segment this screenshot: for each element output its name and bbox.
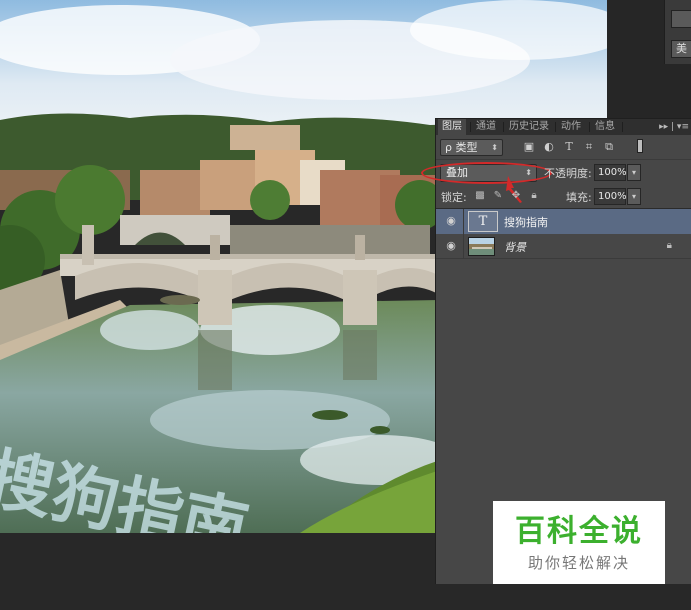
fill-dropdown-icon[interactable]: ▾ bbox=[627, 188, 641, 205]
fill-input[interactable]: 100% bbox=[594, 188, 627, 205]
layer-row-background[interactable]: ◉ 背景 🔒︎ bbox=[436, 234, 691, 259]
adjustment-filter-icon[interactable]: ◐ bbox=[542, 140, 556, 154]
fill-label: 填充: bbox=[566, 191, 592, 204]
tab-divider bbox=[589, 122, 590, 132]
layer-name[interactable]: 背景 bbox=[504, 239, 526, 255]
logo-subtitle: 助你轻松解决 bbox=[527, 554, 630, 572]
panel-menu-icon[interactable]: ▸▸ | ▾≡ bbox=[659, 119, 689, 135]
opacity-label: 不透明度: bbox=[544, 167, 592, 180]
image-filter-icon[interactable]: ▣ bbox=[522, 140, 536, 154]
lock-all-icon[interactable]: 🔒︎ bbox=[528, 190, 540, 202]
type-filter-icon[interactable]: T bbox=[562, 140, 576, 154]
lock-position-icon[interactable]: ✥ bbox=[510, 190, 522, 202]
shape-filter-icon[interactable]: ⌗ bbox=[582, 140, 596, 154]
tab-layers[interactable]: 图层 bbox=[438, 119, 466, 135]
layer-row-text[interactable]: ◉ T 搜狗指南 bbox=[436, 209, 691, 234]
lock-transparent-pixels-icon[interactable]: ▩ bbox=[474, 190, 486, 202]
lock-icon: 🔒︎ bbox=[666, 240, 672, 251]
lock-image-pixels-icon[interactable]: ✎ bbox=[492, 190, 504, 202]
text-layer-thumbnail: T bbox=[468, 211, 498, 232]
visibility-column: ◉ bbox=[436, 234, 464, 259]
eye-icon[interactable]: ◉ bbox=[444, 240, 458, 252]
logo-title: 百科全说 bbox=[515, 514, 643, 549]
filter-toggle-switch[interactable] bbox=[637, 139, 643, 153]
layer-filter-row: ρ 类型 ⬍ ▣ ◐ T ⌗ ⧉ bbox=[436, 135, 691, 160]
photoshop-workspace: 搜狗指南 美 图层 通道 历史记录 动作 信息 ▸▸ | ▾≡ ρ 类型 ⬍ ▣… bbox=[0, 0, 691, 610]
search-icon: ρ bbox=[445, 141, 452, 154]
filter-kind-select[interactable]: ρ 类型 ⬍ bbox=[440, 139, 503, 156]
visibility-column: ◉ bbox=[436, 209, 464, 234]
layer-name[interactable]: 搜狗指南 bbox=[504, 214, 548, 230]
lock-label: 锁定: bbox=[441, 191, 467, 204]
background-layer-thumbnail bbox=[468, 237, 495, 256]
options-panel-fragment: 美 bbox=[664, 0, 691, 64]
tab-divider bbox=[470, 122, 471, 132]
tab-divider bbox=[622, 122, 623, 132]
tab-divider bbox=[555, 122, 556, 132]
opacity-input[interactable]: 100% bbox=[594, 164, 627, 181]
opacity-dropdown-icon[interactable]: ▾ bbox=[627, 164, 641, 181]
annotation-highlight-ellipse bbox=[421, 162, 552, 184]
smart-object-filter-icon[interactable]: ⧉ bbox=[602, 140, 616, 154]
tab-divider bbox=[503, 122, 504, 132]
panel-tab-bar: 图层 通道 历史记录 动作 信息 ▸▸ | ▾≡ bbox=[436, 119, 691, 135]
tab-info[interactable]: 信息 bbox=[591, 119, 619, 135]
tab-history[interactable]: 历史记录 bbox=[505, 119, 553, 135]
options-button[interactable]: 美 bbox=[671, 40, 691, 58]
options-field[interactable] bbox=[671, 10, 691, 28]
blend-row: 叠加 ⬍ 不透明度: 100% ▾ bbox=[421, 160, 691, 203]
tab-actions[interactable]: 动作 bbox=[557, 119, 585, 135]
eye-icon[interactable]: ◉ bbox=[444, 215, 458, 227]
chevron-updown-icon: ⬍ bbox=[491, 143, 498, 152]
filter-kind-label: 类型 bbox=[455, 141, 478, 154]
tab-channels[interactable]: 通道 bbox=[472, 119, 500, 135]
lock-row: 锁定: ▩ ✎ ✥ 🔒︎ 填充: 100% ▾ bbox=[436, 184, 691, 209]
baike-logo: 百科全说 助你轻松解决 bbox=[493, 501, 665, 584]
